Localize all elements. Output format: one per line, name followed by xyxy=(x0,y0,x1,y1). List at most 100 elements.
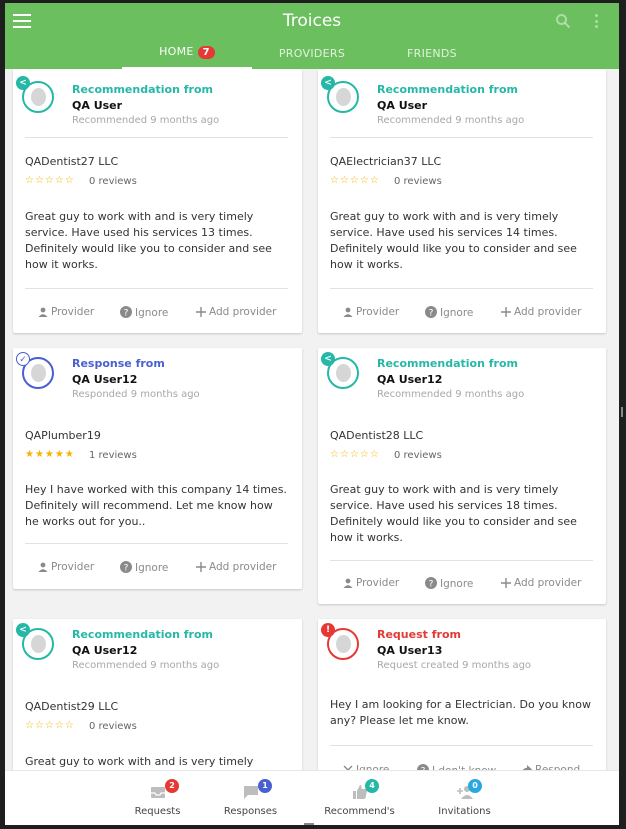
rating-stars: ☆☆☆☆☆ xyxy=(25,175,75,186)
divider xyxy=(25,137,288,138)
search-icon[interactable] xyxy=(555,13,571,29)
add-provider-button[interactable]: Add provider xyxy=(501,306,581,318)
divider xyxy=(330,288,593,289)
home-count-badge: 7 xyxy=(197,46,215,59)
ignore-button[interactable]: ? Ignore xyxy=(425,306,473,319)
add-provider-button[interactable]: Add provider xyxy=(196,561,276,573)
help-icon: ? xyxy=(425,306,437,318)
rating-stars: ☆☆☆☆☆ xyxy=(330,449,380,460)
nav-responses[interactable]: 1 Responses xyxy=(213,771,288,825)
response-card[interactable]: ✓ Response from QA User12 Responded 9 mo… xyxy=(13,348,302,589)
recommendation-card[interactable]: < Recommendation from QA User Recommende… xyxy=(318,69,606,333)
add-provider-button[interactable]: Add provider xyxy=(501,577,581,589)
person-icon xyxy=(38,562,48,572)
svg-text:?: ? xyxy=(124,308,129,318)
provider-button[interactable]: Provider xyxy=(343,577,399,589)
provider-label: Provider xyxy=(356,577,400,589)
ignore-label: Ignore xyxy=(440,578,474,590)
person-icon xyxy=(343,307,353,317)
card-time: Recommended 9 months ago xyxy=(72,660,220,671)
rating-stars: ☆☆☆☆☆ xyxy=(330,175,380,186)
card-message: Great guy to work with and is very timel… xyxy=(25,210,272,271)
person-icon xyxy=(38,307,48,317)
rating-stars: ★★★★★ xyxy=(25,449,75,460)
provider-button[interactable]: Provider xyxy=(38,306,94,318)
review-count: 0 reviews xyxy=(89,721,137,732)
card-user[interactable]: QA User12 xyxy=(377,373,442,386)
card-kind: Recommendation from xyxy=(72,628,213,641)
help-icon: ? xyxy=(120,306,132,318)
more-vert-icon[interactable] xyxy=(594,14,600,30)
provider-button[interactable]: Provider xyxy=(343,306,399,318)
card-kind: Request from xyxy=(377,628,461,641)
invitations-badge: 0 xyxy=(468,779,482,793)
recommendation-card[interactable]: < Recommendation from QA User12 Recommen… xyxy=(13,619,302,779)
svg-text:?: ? xyxy=(429,308,434,318)
share-icon: < xyxy=(16,76,30,90)
provider-button[interactable]: Provider xyxy=(38,561,94,573)
tab-friends[interactable]: FRIENDS xyxy=(372,41,492,69)
card-message: Great guy to work with and is very timel… xyxy=(330,483,577,544)
nav-invitations[interactable]: 0 Invitations xyxy=(427,771,502,825)
company-name[interactable]: QADentist28 LLC xyxy=(330,429,423,442)
review-count: 0 reviews xyxy=(89,176,137,187)
ignore-label: Ignore xyxy=(135,307,169,319)
share-icon: < xyxy=(321,352,335,366)
divider xyxy=(330,137,593,138)
recommends-badge: 4 xyxy=(365,779,379,793)
add-provider-button[interactable]: Add provider xyxy=(196,306,276,318)
avatar: < xyxy=(321,76,359,113)
card-time: Responded 9 months ago xyxy=(72,389,200,400)
card-user[interactable]: QA User12 xyxy=(72,644,137,657)
share-icon: < xyxy=(16,623,30,637)
company-name[interactable]: QAElectrician37 LLC xyxy=(330,155,441,168)
avatar: < xyxy=(16,76,54,113)
alert-icon: ! xyxy=(321,623,335,637)
card-time: Request created 9 months ago xyxy=(377,660,532,671)
company-name[interactable]: QADentist27 LLC xyxy=(25,155,118,168)
recommendation-card[interactable]: < Recommendation from QA User12 Recommen… xyxy=(318,348,606,604)
plus-icon xyxy=(501,307,511,317)
card-message: Hey I am looking for a Electrician. Do y… xyxy=(330,698,591,727)
ignore-button[interactable]: ? Ignore xyxy=(120,561,168,574)
help-icon: ? xyxy=(425,577,437,589)
card-kind: Recommendation from xyxy=(377,83,518,96)
divider xyxy=(330,745,593,746)
ignore-button[interactable]: ? Ignore xyxy=(425,577,473,590)
check-icon: ✓ xyxy=(16,352,30,366)
nav-recommends-label: Recommend's xyxy=(324,806,395,817)
nav-invitations-label: Invitations xyxy=(438,806,491,817)
nav-recommends[interactable]: 4 Recommend's xyxy=(317,771,402,825)
add-provider-label: Add provider xyxy=(209,306,277,318)
requests-badge: 2 xyxy=(165,779,179,793)
review-count: 1 reviews xyxy=(89,450,137,461)
avatar: ! xyxy=(321,623,359,660)
app-bar: Troices HOME 7 PROVIDERS FRIENDS xyxy=(5,3,619,69)
inbox-icon xyxy=(150,787,165,798)
share-icon: < xyxy=(321,76,335,90)
add-provider-label: Add provider xyxy=(209,561,277,573)
tab-home[interactable]: HOME 7 xyxy=(122,41,252,69)
app-title: Troices xyxy=(282,11,342,31)
nav-requests[interactable]: 2 Requests xyxy=(120,771,195,825)
svg-text:?: ? xyxy=(429,579,434,589)
resize-handle[interactable] xyxy=(621,407,623,417)
card-user[interactable]: QA User13 xyxy=(377,644,442,657)
rating-stars: ☆☆☆☆☆ xyxy=(25,720,75,731)
request-card[interactable]: ! Request from QA User13 Request created… xyxy=(318,619,606,779)
avatar: ✓ xyxy=(16,352,54,389)
card-user[interactable]: QA User xyxy=(377,99,427,112)
chat-icon xyxy=(243,786,258,799)
company-name[interactable]: QAPlumber19 xyxy=(25,429,101,442)
card-user[interactable]: QA User xyxy=(72,99,122,112)
nav-requests-label: Requests xyxy=(134,806,181,817)
ignore-label: Ignore xyxy=(135,562,169,574)
recommendation-card[interactable]: < Recommendation from QA User Recommende… xyxy=(13,69,302,333)
ignore-button[interactable]: ? Ignore xyxy=(120,306,168,319)
company-name[interactable]: QADentist29 LLC xyxy=(25,700,118,713)
avatar: < xyxy=(321,352,359,389)
person-icon xyxy=(343,578,353,588)
tab-providers[interactable]: PROVIDERS xyxy=(252,41,372,69)
card-user[interactable]: QA User12 xyxy=(72,373,137,386)
tab-providers-label: PROVIDERS xyxy=(278,47,346,60)
